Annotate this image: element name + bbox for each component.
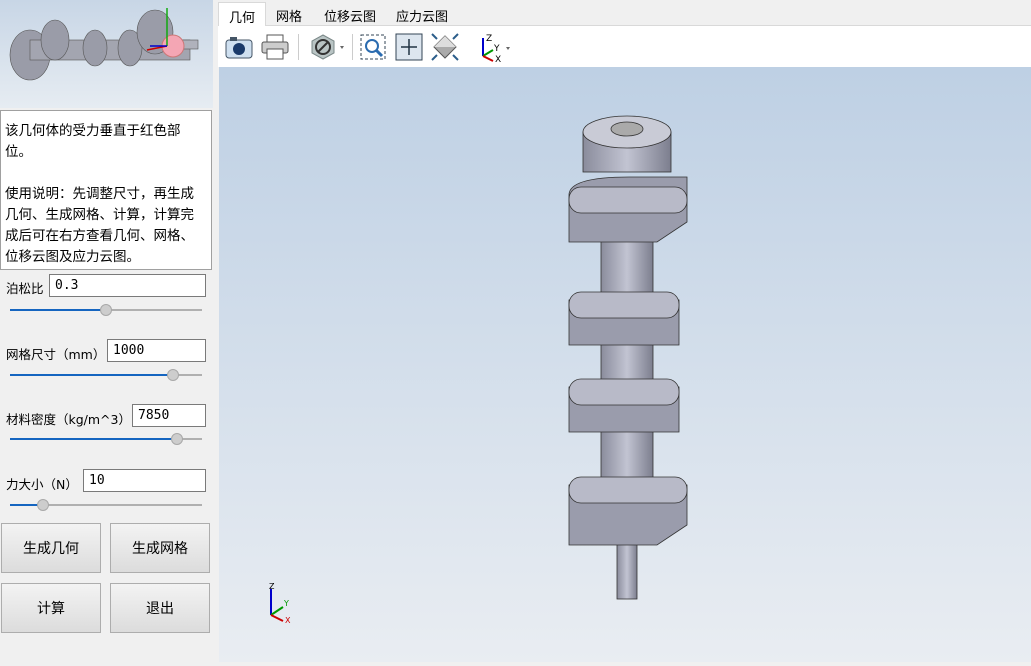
svg-text:X: X: [495, 55, 501, 62]
mesh-size-input[interactable]: 1000: [107, 339, 206, 362]
fit-all-icon[interactable]: [394, 32, 424, 62]
axis-z-label: Z: [269, 582, 275, 591]
description-text: 该几何体的受力垂直于红色部位。 使用说明：先调整尺寸，再生成几何、生成网格、计算…: [0, 110, 212, 270]
camera-icon[interactable]: [224, 32, 254, 62]
generate-geometry-button[interactable]: 生成几何: [1, 523, 101, 573]
poisson-slider[interactable]: [10, 304, 202, 316]
axis-y-label: Y: [283, 599, 289, 608]
view-iso-icon[interactable]: [430, 32, 460, 62]
3d-viewport[interactable]: Z Y X: [219, 67, 1031, 662]
axis-triad: Z Y X: [269, 582, 291, 625]
tab-mesh[interactable]: 网格: [266, 2, 312, 26]
crankshaft-model: [568, 115, 688, 600]
zoom-window-icon[interactable]: [358, 32, 388, 62]
slider-thumb[interactable]: [167, 369, 180, 381]
svg-text:Y: Y: [493, 44, 500, 54]
control-panel: 该几何体的受力垂直于红色部位。 使用说明：先调整尺寸，再生成几何、生成网格、计算…: [0, 0, 215, 665]
slider-thumb[interactable]: [100, 304, 112, 316]
viewer-panel: 几何 网格 位移云图 应力云图 ZYX Z Y X: [218, 0, 1031, 665]
poisson-input[interactable]: 0.3: [49, 274, 206, 297]
tab-bar: 几何 网格 位移云图 应力云图: [218, 0, 1031, 26]
density-input[interactable]: 7850: [132, 404, 206, 427]
tab-geometry[interactable]: 几何: [218, 2, 267, 26]
force-label: 力大小（N）: [6, 477, 78, 492]
slider-thumb[interactable]: [171, 433, 184, 445]
tab-stress[interactable]: 应力云图: [386, 2, 458, 26]
force-input[interactable]: 10: [83, 469, 206, 492]
display-mode-icon[interactable]: [308, 32, 348, 62]
toolbar: ZYX: [218, 26, 1031, 67]
poisson-label: 泊松比: [6, 281, 44, 296]
axes-icon[interactable]: ZYX: [474, 32, 514, 62]
mesh-size-label: 网格尺寸（mm）: [6, 347, 106, 362]
print-icon[interactable]: [260, 32, 290, 62]
preview-image: [0, 0, 213, 108]
force-slider[interactable]: [10, 499, 202, 511]
tab-displacement[interactable]: 位移云图: [314, 2, 386, 26]
mesh-size-slider[interactable]: [10, 369, 202, 381]
density-slider[interactable]: [10, 433, 202, 445]
exit-button[interactable]: 退出: [110, 583, 210, 633]
axis-x-label: X: [285, 616, 291, 625]
compute-button[interactable]: 计算: [1, 583, 101, 633]
density-label: 材料密度（kg/m^3）: [6, 412, 131, 427]
generate-mesh-button[interactable]: 生成网格: [110, 523, 210, 573]
svg-text:Z: Z: [486, 34, 492, 44]
slider-thumb[interactable]: [36, 499, 49, 511]
